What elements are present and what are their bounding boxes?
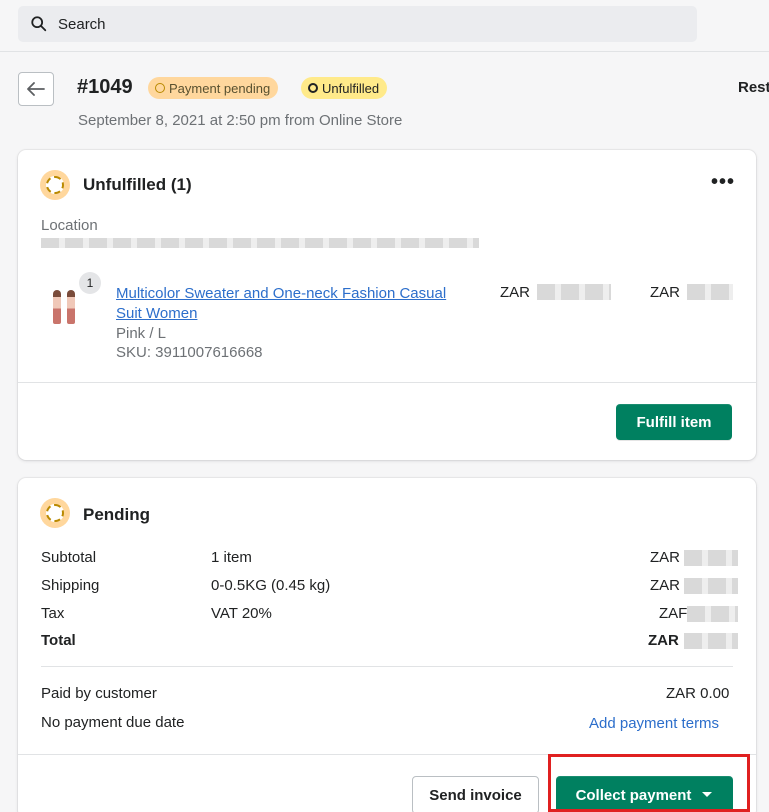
total-price-prefix: ZAR (650, 284, 680, 301)
redacted-shipping (684, 578, 738, 594)
search-placeholder: Search (58, 15, 106, 33)
top-bar: Search (0, 0, 769, 52)
due-date-label: No payment due date (41, 714, 185, 731)
shipping-value: ZAR (650, 577, 680, 594)
fulfillment-status-badge: Unfulfilled (301, 77, 388, 99)
search-icon (31, 16, 47, 32)
paid-by-customer-value: ZAR 0.00 (666, 685, 730, 702)
redacted-total (684, 633, 738, 649)
back-button[interactable] (18, 72, 54, 106)
redacted-total-price (687, 284, 733, 300)
total-value: ZAR (648, 632, 679, 649)
redacted-location (41, 238, 479, 248)
payment-status-text: Payment pending (169, 80, 271, 96)
unit-price-prefix: ZAR (500, 284, 530, 301)
quantity-badge: 1 (79, 272, 101, 294)
paid-by-customer-label: Paid by customer (41, 685, 157, 702)
add-payment-terms-link[interactable]: Add payment terms (589, 715, 719, 732)
total-label: Total (41, 632, 76, 649)
product-thumbnail (42, 284, 86, 324)
divider (18, 382, 756, 383)
tax-value: ZAF (659, 605, 688, 622)
fulfill-item-button[interactable]: Fulfill item (616, 404, 732, 440)
fulfillment-status-text: Unfulfilled (322, 80, 380, 96)
unfulfilled-card: Unfulfilled (1) ••• Location 1 Multicolo… (18, 150, 756, 460)
restock-button[interactable]: Rest (738, 79, 769, 96)
tax-detail: VAT 20% (211, 605, 272, 622)
redacted-unit-price (537, 284, 611, 300)
payment-status-badge: Payment pending (148, 77, 279, 99)
redacted-subtotal (684, 550, 738, 566)
status-dot-icon (155, 83, 165, 93)
status-dot-icon (308, 83, 318, 93)
subtotal-detail: 1 item (211, 549, 252, 566)
unfulfilled-icon (40, 170, 70, 200)
shipping-label: Shipping (41, 577, 100, 594)
product-sku: SKU: 3911007616668 (116, 344, 263, 361)
send-invoice-button[interactable]: Send invoice (412, 776, 539, 812)
product-variant: Pink / L (116, 325, 167, 342)
product-link[interactable]: Multicolor Sweater and One-neck Fashion … (116, 284, 476, 324)
search-input[interactable]: Search (18, 6, 697, 42)
subtotal-value: ZAR (650, 549, 680, 566)
shipping-detail: 0-0.5KG (0.45 kg) (211, 577, 331, 594)
highlight-box (548, 754, 750, 812)
location-label: Location (41, 217, 98, 234)
pending-icon (40, 498, 70, 528)
redacted-tax (687, 606, 738, 622)
tax-label: Tax (41, 605, 65, 622)
divider (41, 666, 733, 667)
unfulfilled-title: Unfulfilled (1) (83, 175, 192, 194)
arrow-left-icon (27, 82, 45, 96)
order-number: #1049 (77, 76, 133, 98)
more-actions-icon[interactable]: ••• (711, 171, 735, 194)
pending-title: Pending (83, 505, 151, 524)
subtotal-label: Subtotal (41, 549, 97, 566)
order-date: September 8, 2021 at 2:50 pm from Online… (78, 112, 403, 129)
